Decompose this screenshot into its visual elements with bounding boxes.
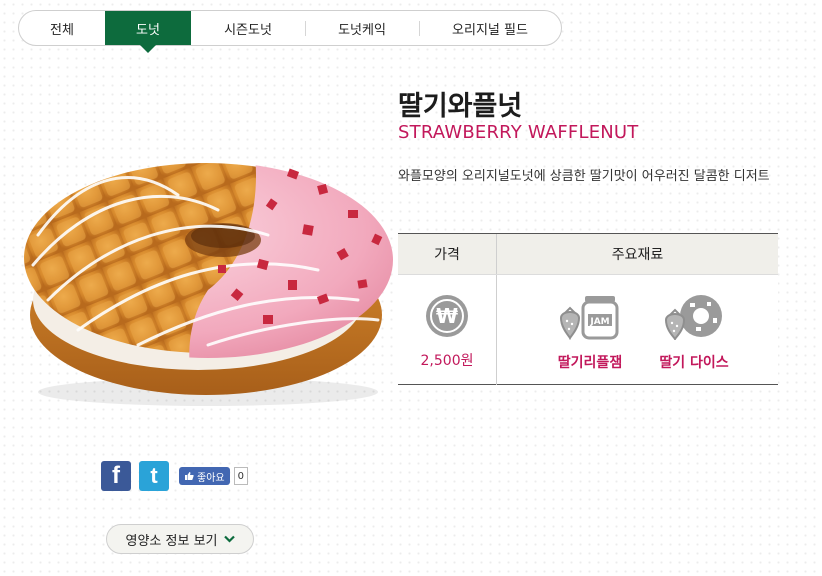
tab-season-donut[interactable]: 시즌도넛: [191, 11, 305, 45]
chevron-down-icon: [223, 535, 235, 543]
twitter-share-button[interactable]: t: [139, 461, 169, 491]
product-description: 와플모양의 오리지널도넛에 상큼한 딸기맛이 어우러진 달콤한 디저트: [398, 169, 770, 184]
ingredients-header: 주요재료: [611, 247, 664, 263]
jam-jar-icon: JAM: [559, 296, 619, 340]
product-info-table: 가격 주요재료 ₩ 2,500원 JAM 딸기리플잼 딸기 다이스: [398, 233, 778, 385]
nutrition-info-label: 영양소 정보 보기: [125, 533, 218, 549]
tab-donut-cake[interactable]: 도넛케익: [305, 11, 419, 45]
nutrition-info-button[interactable]: 영양소 정보 보기: [106, 524, 254, 554]
ingredient-item: JAM 딸기리플잼: [547, 294, 633, 385]
social-share: f t 좋아요 0: [101, 461, 248, 491]
strawberry-dice-icon: [664, 295, 722, 340]
product-image: [24, 162, 393, 406]
tab-donut[interactable]: 도넛: [105, 11, 191, 53]
price-value: 2,500원: [420, 353, 474, 369]
price-cell: ₩ 2,500원: [398, 275, 497, 385]
svg-text:JAM: JAM: [589, 317, 609, 327]
ingredients-cell: JAM 딸기리플잼 딸기 다이스: [497, 275, 778, 385]
like-label: 좋아요: [197, 472, 225, 484]
won-coin-icon: ₩: [426, 295, 468, 337]
thumbs-up-icon: [185, 472, 194, 480]
price-header: 가격: [398, 234, 497, 274]
svg-text:₩: ₩: [436, 304, 458, 328]
product-title: 딸기와플넛: [398, 91, 523, 122]
ingredient-label: 딸기리플잼: [557, 355, 623, 371]
ingredient-item: 딸기 다이스: [651, 294, 737, 385]
ingredient-label: 딸기 다이스: [659, 355, 729, 371]
facebook-share-button[interactable]: f: [101, 461, 131, 491]
category-tabs: 전체 도넛 시즌도넛 도넛케익 오리지널 필드: [18, 10, 562, 53]
tab-all[interactable]: 전체: [19, 11, 105, 45]
facebook-like-button[interactable]: 좋아요: [179, 467, 230, 485]
product-english-title: STRAWBERRY WAFFLENUT: [398, 122, 639, 143]
like-count: 0: [233, 467, 248, 485]
tab-original-filled[interactable]: 오리지널 필드: [419, 11, 561, 45]
